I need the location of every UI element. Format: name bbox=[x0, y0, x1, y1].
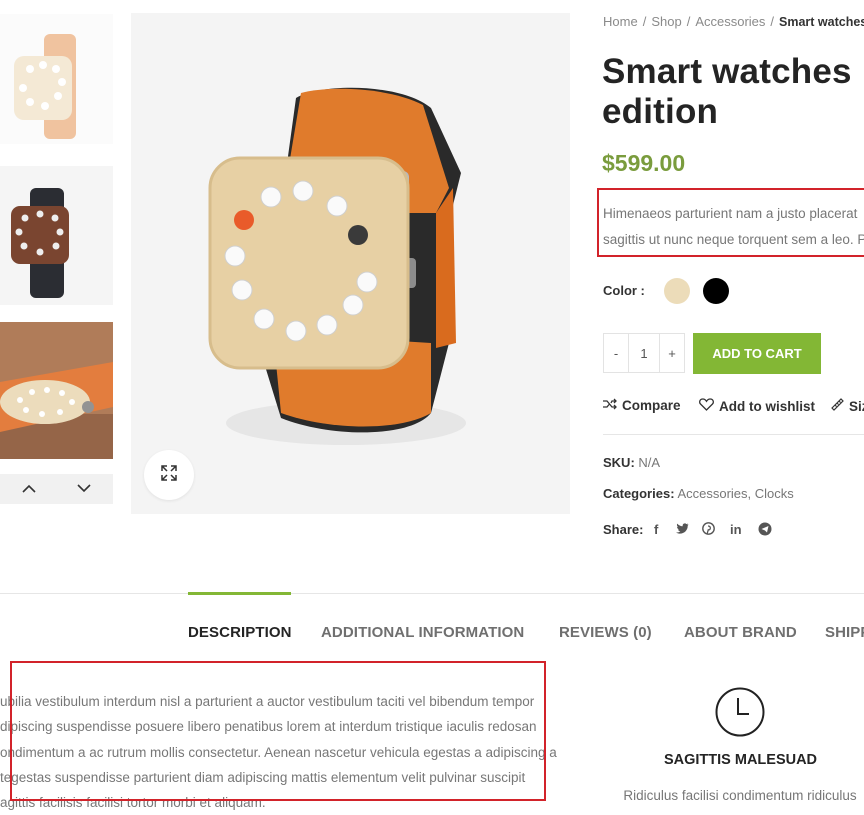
linkedin-icon[interactable]: in bbox=[730, 522, 742, 537]
highlight-box-description bbox=[10, 661, 546, 801]
tab-description[interactable]: DESCRIPTION bbox=[188, 624, 292, 641]
quantity-stepper: - 1 + bbox=[603, 333, 685, 373]
quantity-input[interactable]: 1 bbox=[628, 334, 660, 372]
breadcrumb-shop[interactable]: Shop bbox=[651, 14, 681, 29]
twitter-icon[interactable] bbox=[676, 522, 689, 537]
active-tab-indicator bbox=[188, 592, 291, 595]
feature-text: Ridiculus facilisi condimentum ridiculus bbox=[623, 788, 857, 803]
category-link-clocks[interactable]: Clocks bbox=[755, 486, 794, 501]
ruler-icon bbox=[831, 398, 844, 414]
expand-icon bbox=[160, 464, 178, 487]
divider bbox=[603, 434, 864, 435]
breadcrumb-current: Smart watches bbox=[779, 15, 864, 29]
sku-value: N/A bbox=[638, 455, 661, 470]
tab-shipping[interactable]: SHIPP bbox=[825, 624, 864, 641]
watch-illustration bbox=[208, 87, 466, 445]
category-link-accessories[interactable]: Accessories bbox=[677, 486, 747, 501]
quantity-plus-button[interactable]: + bbox=[660, 334, 684, 372]
product-title-line-2: edition bbox=[602, 92, 719, 131]
tab-about-brand[interactable]: ABOUT BRAND bbox=[684, 624, 797, 641]
compare-button[interactable]: Compare bbox=[603, 398, 681, 413]
tabs-divider bbox=[0, 593, 864, 594]
color-swatch-beige[interactable] bbox=[664, 278, 690, 304]
product-title-line-1: Smart watches bbox=[602, 52, 852, 91]
color-label: Color : bbox=[603, 283, 645, 298]
thumbnail-next-button[interactable] bbox=[55, 474, 113, 504]
tab-additional-information[interactable]: ADDITIONAL INFORMATION bbox=[321, 624, 524, 641]
share-label: Share: bbox=[603, 522, 644, 537]
clock-icon bbox=[715, 687, 765, 742]
categories-row: Categories: Accessories, Clocks bbox=[603, 486, 794, 501]
chevron-down-icon bbox=[77, 480, 91, 498]
breadcrumb: Home / Shop / Accessories / Smart watches bbox=[603, 14, 864, 29]
thumbnail-3[interactable] bbox=[0, 322, 113, 459]
color-swatch-black[interactable] bbox=[703, 278, 729, 304]
highlight-box-short-description bbox=[597, 188, 864, 257]
add-to-cart-button[interactable]: ADD TO CART bbox=[693, 333, 821, 374]
shuffle-icon bbox=[603, 398, 617, 413]
thumbnail-1[interactable] bbox=[0, 14, 113, 144]
heart-icon bbox=[699, 398, 714, 414]
product-main-image[interactable] bbox=[131, 13, 570, 514]
facebook-icon[interactable]: f bbox=[654, 522, 658, 537]
thumbnail-2[interactable] bbox=[0, 166, 113, 305]
breadcrumb-accessories[interactable]: Accessories bbox=[695, 14, 765, 29]
sku-row: SKU: N/A bbox=[603, 455, 661, 470]
thumbnail-prev-button[interactable] bbox=[0, 474, 58, 504]
tab-reviews[interactable]: REVIEWS (0) bbox=[559, 624, 652, 641]
breadcrumb-home[interactable]: Home bbox=[603, 14, 638, 29]
telegram-icon[interactable] bbox=[758, 522, 772, 539]
zoom-button[interactable] bbox=[144, 450, 194, 500]
chevron-up-icon bbox=[22, 480, 36, 498]
feature-title: SAGITTIS MALESUAD bbox=[663, 752, 818, 768]
product-title: Smart watches edition bbox=[602, 52, 852, 132]
add-to-wishlist-button[interactable]: Add to wishlist bbox=[699, 398, 815, 414]
product-price: $599.00 bbox=[602, 150, 686, 176]
pinterest-icon[interactable] bbox=[702, 522, 715, 538]
quantity-minus-button[interactable]: - bbox=[604, 334, 628, 372]
size-guide-button[interactable]: Siz bbox=[831, 398, 864, 414]
